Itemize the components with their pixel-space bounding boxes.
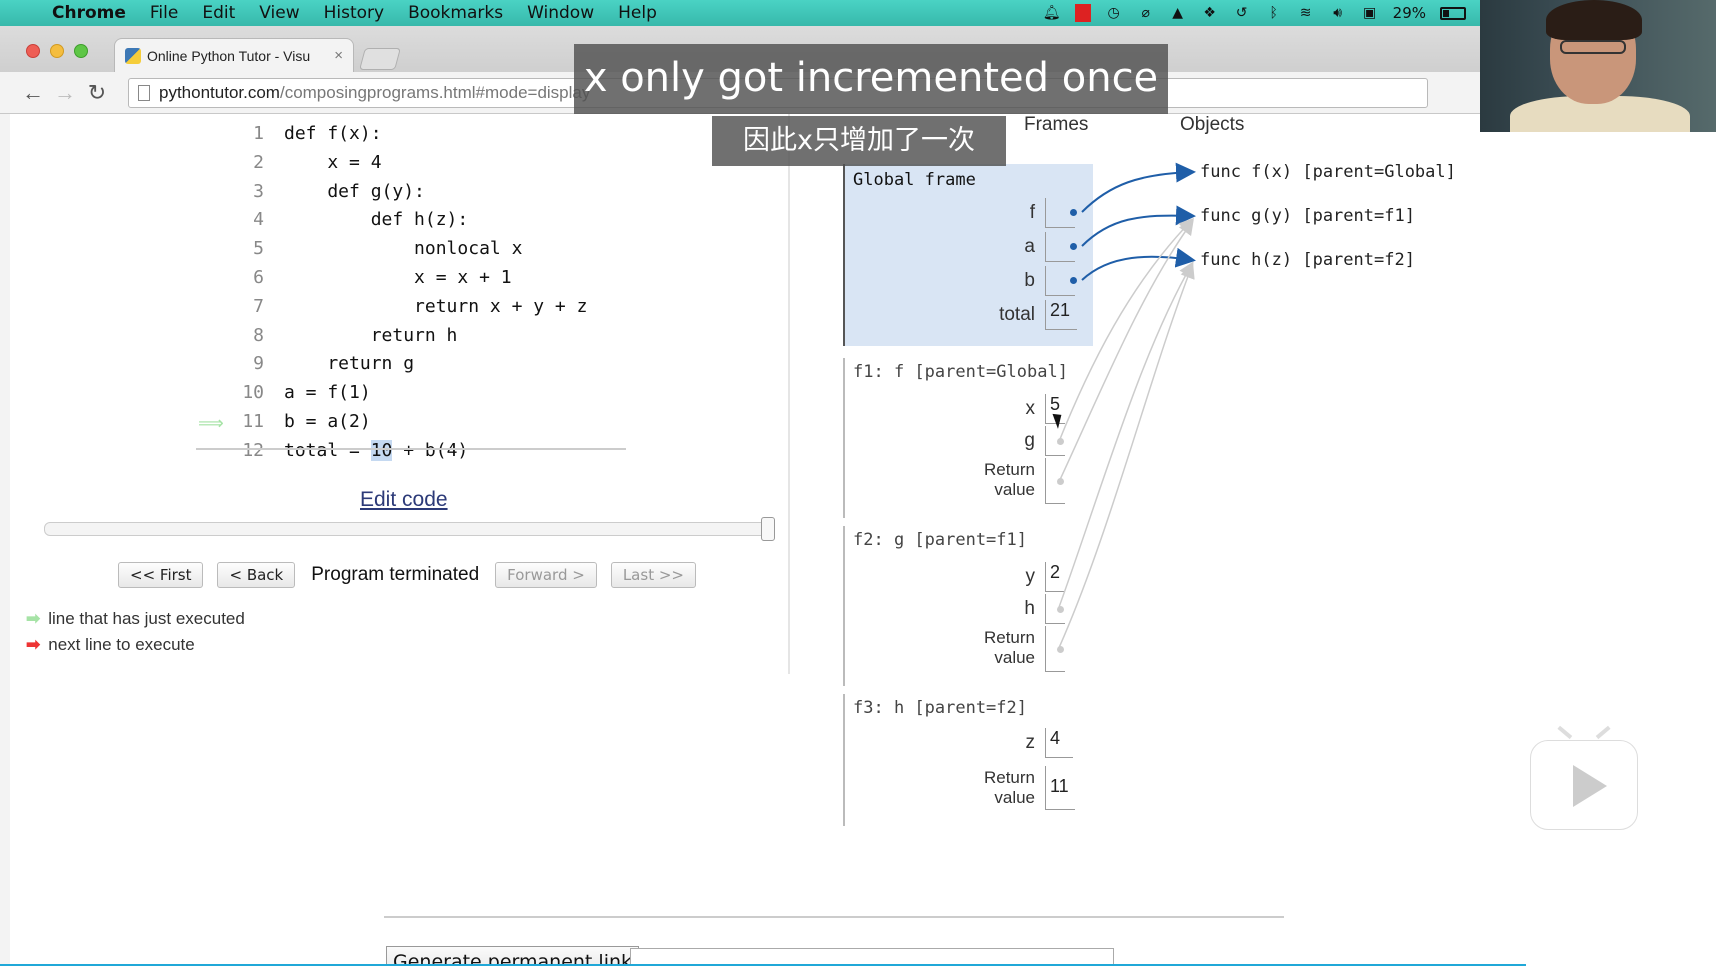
menu-edit[interactable]: Edit: [190, 3, 247, 23]
subtitle-english: x only got incremented once: [574, 44, 1168, 114]
subtitle-chinese: 因此x只增加了一次: [712, 116, 1006, 166]
clock-app-icon[interactable]: ◷: [1105, 4, 1123, 22]
tab-python-tutor[interactable]: Online Python Tutor - Visu ×: [114, 38, 354, 72]
menu-view[interactable]: View: [247, 3, 311, 23]
menu-bookmarks[interactable]: Bookmarks: [396, 3, 515, 23]
dropbox-icon[interactable]: ❖: [1201, 4, 1219, 22]
menu-chrome[interactable]: Chrome: [40, 3, 138, 23]
python-favicon-icon: [125, 47, 141, 64]
display-icon[interactable]: ▣: [1361, 4, 1379, 22]
bottom-divider: [384, 916, 1284, 918]
play-triangle-icon: [1573, 765, 1607, 807]
generate-permanent-link-button[interactable]: Generate permanent link: [386, 946, 640, 966]
pointer-arrows: [1057, 162, 1196, 651]
page-icon: [138, 85, 150, 101]
tab-close-icon[interactable]: ×: [334, 47, 343, 64]
paperclip-icon[interactable]: ⌀: [1137, 4, 1155, 22]
play-button-icon[interactable]: [1530, 725, 1638, 830]
mac-menubar: Chrome File Edit View History Bookmarks …: [0, 0, 1480, 26]
webcam-overlay: [1480, 0, 1716, 132]
menubar-status-area: 🔔︎ ◷ ⌀ ▲ ❖ ↺ ᛒ ≋ 🔊︎ ▣ 29%: [1043, 4, 1480, 22]
bluetooth-icon[interactable]: ᛒ: [1265, 4, 1283, 22]
presenter-hair: [1546, 0, 1642, 40]
zoom-window-button[interactable]: [74, 44, 88, 58]
volume-icon[interactable]: 🔊︎: [1329, 4, 1347, 22]
menu-file[interactable]: File: [138, 3, 190, 23]
wifi-icon[interactable]: ≋: [1297, 4, 1315, 22]
minimize-window-button[interactable]: [50, 44, 64, 58]
time-machine-icon[interactable]: ↺: [1233, 4, 1251, 22]
reload-icon[interactable]: ↻: [84, 80, 110, 106]
menu-history[interactable]: History: [312, 3, 396, 23]
new-tab-button[interactable]: [359, 48, 401, 70]
battery-icon[interactable]: [1440, 6, 1466, 20]
google-drive-icon[interactable]: ▲: [1169, 4, 1187, 22]
url-path: /composingprograms.html#mode=display: [279, 83, 591, 102]
presenter-glasses: [1560, 40, 1626, 54]
red-app-icon[interactable]: [1074, 4, 1091, 22]
browser-window: Online Python Tutor - Visu × ← → ↻ pytho…: [0, 26, 1716, 966]
menu-help[interactable]: Help: [606, 3, 669, 23]
menu-window[interactable]: Window: [515, 3, 606, 23]
url-host: pythontutor.com: [159, 83, 280, 102]
notification-bell-icon[interactable]: 🔔︎: [1043, 4, 1061, 22]
close-window-button[interactable]: [26, 44, 40, 58]
forward-arrow-icon[interactable]: →: [52, 80, 78, 106]
page-content: 1 def f(x): 2 x = 43 def g(y): 4 def h(z): 5…: [10, 114, 1716, 966]
back-arrow-icon[interactable]: ←: [20, 80, 46, 106]
tab-title: Online Python Tutor - Visu: [147, 47, 311, 64]
battery-percent[interactable]: 29%: [1393, 4, 1426, 22]
